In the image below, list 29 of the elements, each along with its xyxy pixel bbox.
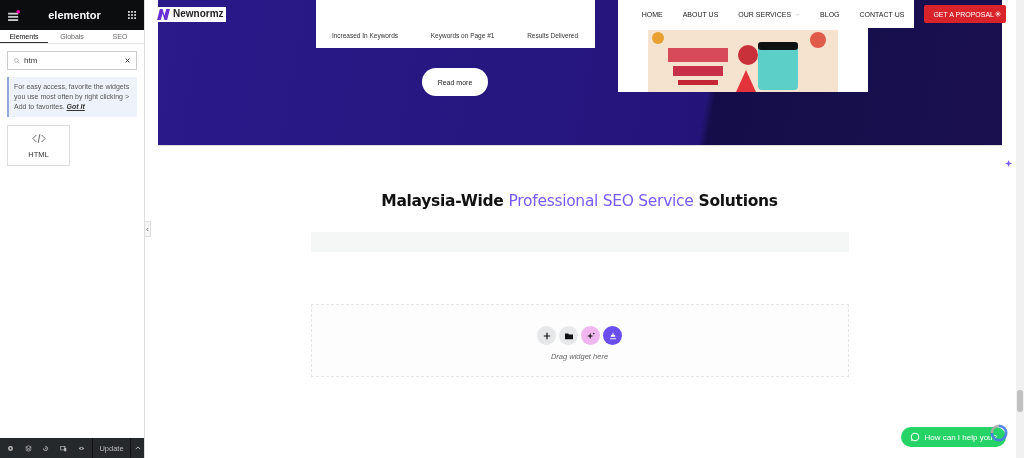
ai-sparkle-button[interactable] <box>581 326 600 345</box>
sparkle-icon <box>995 11 1001 17</box>
settings-icon[interactable] <box>7 444 15 452</box>
sparkle-icon[interactable] <box>1005 159 1014 168</box>
apps-grid-icon[interactable] <box>128 11 136 19</box>
layers-icon[interactable] <box>24 444 32 452</box>
clear-icon[interactable] <box>125 58 130 63</box>
caret-icon <box>146 226 149 232</box>
responsive-icon[interactable] <box>60 444 68 452</box>
kit-library-button[interactable] <box>603 326 622 345</box>
menu-icon[interactable] <box>8 9 21 21</box>
scrollbar-thumb[interactable] <box>1017 390 1023 412</box>
logo-mark-icon <box>157 8 170 20</box>
code-icon <box>31 132 46 144</box>
collapse-panel-handle[interactable] <box>145 221 151 237</box>
section-heading: Malaysia-Wide Professional SEO Service Solutions <box>381 192 778 210</box>
sparkle-icon <box>586 331 595 340</box>
history-icon[interactable] <box>42 444 50 452</box>
search-icon <box>14 57 20 64</box>
plus-icon <box>542 331 551 340</box>
add-element-button[interactable] <box>537 326 556 345</box>
preview-eye-icon[interactable] <box>77 444 85 452</box>
logo-text: Newnormz <box>173 9 224 19</box>
panel-logo: elementor <box>48 9 101 21</box>
template-folder-button[interactable] <box>559 326 578 345</box>
whatsapp-icon <box>909 432 920 442</box>
caret-icon <box>134 446 141 450</box>
widget-search-field[interactable]: htm <box>7 51 137 70</box>
folder-icon <box>564 331 573 340</box>
